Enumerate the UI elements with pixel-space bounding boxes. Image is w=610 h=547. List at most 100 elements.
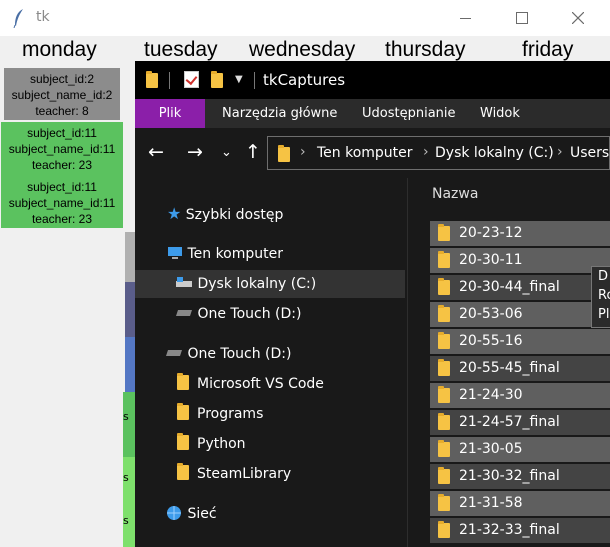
folder-icon (438, 278, 450, 295)
new-folder-icon[interactable] (211, 71, 223, 88)
minimize-button[interactable] (444, 4, 488, 32)
lesson-card-group[interactable]: subject_id:11 subject_name_id:11 teacher… (1, 122, 123, 228)
maximize-button[interactable] (500, 4, 544, 32)
card-fragment-text: s (123, 514, 129, 527)
lesson-card-partial (125, 337, 135, 392)
file-row[interactable]: 21-30-32_final (430, 464, 610, 489)
drive-icon (176, 310, 192, 316)
folder-icon (146, 71, 158, 88)
forward-arrow-icon[interactable]: → (187, 141, 203, 163)
tk-title-bar: tk (0, 0, 610, 36)
back-arrow-icon[interactable]: ← (148, 141, 164, 163)
file-row[interactable]: 21-31-58 (430, 491, 610, 516)
folder-icon (438, 386, 450, 403)
tooltip: D Ro Pl (591, 266, 610, 328)
folder-icon (177, 403, 189, 420)
chevron-right-icon: › (557, 144, 563, 160)
tree-item-label: Microsoft VS Code (197, 376, 324, 392)
breadcrumb-users[interactable]: Users (570, 145, 609, 161)
up-arrow-icon[interactable]: ↑ (245, 141, 261, 163)
file-row[interactable]: 20-23-12 (430, 221, 610, 246)
tree-item-label: Ten komputer (187, 246, 283, 262)
computer-icon (168, 247, 182, 259)
tree-item-label: Szybki dostęp (185, 207, 284, 223)
tree-item-one-touch-d-root[interactable]: One Touch (D:) (165, 340, 291, 368)
file-name: 21-24-57_final (459, 414, 560, 430)
card-teacher: teacher: 8 (35, 104, 89, 118)
lesson-card-partial (125, 282, 135, 337)
file-row[interactable]: 21-30-05 (430, 437, 610, 462)
tree-item-folder[interactable]: SteamLibrary (177, 460, 291, 488)
file-row[interactable]: 20-53-06 (430, 302, 610, 327)
file-row[interactable]: 20-30-44_final (430, 275, 610, 300)
tree-item-folder[interactable]: Programs (177, 400, 263, 428)
breadcrumb-dysk-lokalny[interactable]: Dysk lokalny (C:) (435, 145, 554, 161)
drive-icon (166, 350, 182, 356)
file-name: 20-53-06 (459, 306, 523, 322)
file-name: 21-30-05 (459, 441, 523, 457)
tree-item-this-pc[interactable]: Ten komputer (167, 240, 283, 268)
tooltip-line: D (598, 269, 609, 284)
file-row[interactable]: 20-55-16 (430, 329, 610, 354)
close-icon (572, 12, 584, 24)
pane-divider[interactable] (407, 178, 408, 547)
card-teacher: teacher: 23 (31, 158, 93, 172)
folder-icon (438, 467, 450, 484)
address-bar[interactable]: › Ten komputer › Dysk lokalny (C:) › Use… (267, 136, 610, 170)
recent-locations-chevron-icon[interactable]: ⌄ (221, 145, 232, 160)
drive-icon (176, 277, 192, 287)
tree-item-folder[interactable]: Microsoft VS Code (177, 370, 324, 398)
day-header-monday: monday (22, 38, 97, 61)
file-row[interactable]: 21-32-33_final (430, 518, 610, 543)
close-button[interactable] (556, 4, 600, 32)
ribbon-tabs: Plik Narzędzia główne Udostępnianie Wido… (135, 99, 610, 128)
file-row[interactable]: 21-24-57_final (430, 410, 610, 435)
tree-item-local-disk-c[interactable]: Dysk lokalny (C:) (175, 270, 316, 298)
tree-item-one-touch-d[interactable]: One Touch (D:) (175, 300, 301, 328)
day-header-thursday: thursday (385, 38, 466, 61)
tab-widok[interactable]: Widok (480, 99, 520, 128)
lesson-card[interactable]: subject_id:2 subject_name_id:2 teacher: … (4, 68, 120, 120)
tab-narzedzia-glowne[interactable]: Narzędzia główne (222, 99, 337, 128)
file-row[interactable]: 20-55-45_final (430, 356, 610, 381)
breadcrumb-ten-komputer[interactable]: Ten komputer (317, 145, 413, 161)
tree-item-folder[interactable]: Python (177, 430, 246, 458)
properties-icon[interactable] (184, 71, 199, 88)
day-header-wednesday: wednesday (249, 38, 356, 61)
folder-icon (438, 305, 450, 322)
card-teacher: teacher: 23 (31, 212, 93, 226)
tree-item-label: Programs (197, 406, 264, 422)
folder-icon (438, 251, 450, 268)
file-name: 21-30-32_final (459, 468, 560, 484)
lesson-card-partial (125, 232, 135, 282)
file-row[interactable]: 20-30-11 (430, 248, 610, 273)
folder-icon (438, 332, 450, 349)
network-icon (167, 506, 181, 520)
file-name: 21-31-58 (459, 495, 523, 511)
column-header-name[interactable]: Nazwa (432, 186, 478, 202)
window-title: tk (36, 9, 50, 25)
chevron-right-icon: › (423, 144, 429, 160)
tooltip-line: Pl (598, 307, 610, 322)
day-header-friday: friday (522, 38, 574, 61)
tree-item-label: Dysk lokalny (C:) (197, 276, 317, 292)
card-fragment-text: s (123, 410, 129, 423)
card-fragment-text: s (123, 471, 129, 484)
tooltip-line: Ro (598, 288, 610, 303)
tree-item-quick-access[interactable]: ★ Szybki dostęp (167, 200, 283, 228)
separator (254, 72, 255, 89)
file-row[interactable]: 21-24-30 (430, 383, 610, 408)
folder-icon (438, 521, 450, 538)
lesson-card-partial: s (123, 392, 135, 457)
file-name: 20-30-11 (459, 252, 523, 268)
tab-plik[interactable]: Plik (135, 99, 205, 128)
folder-icon (438, 224, 450, 241)
tab-udostepnianie[interactable]: Udostępnianie (362, 99, 456, 128)
chevron-down-icon[interactable]: ▼ (235, 74, 243, 85)
quick-access-toolbar: ▼ tkCaptures (135, 61, 610, 99)
folder-icon (438, 494, 450, 511)
card-subject-id: subject_id:2 (29, 72, 95, 86)
folder-icon (438, 440, 450, 457)
folder-icon (177, 463, 189, 480)
tree-item-network[interactable]: Sieć (165, 500, 217, 528)
